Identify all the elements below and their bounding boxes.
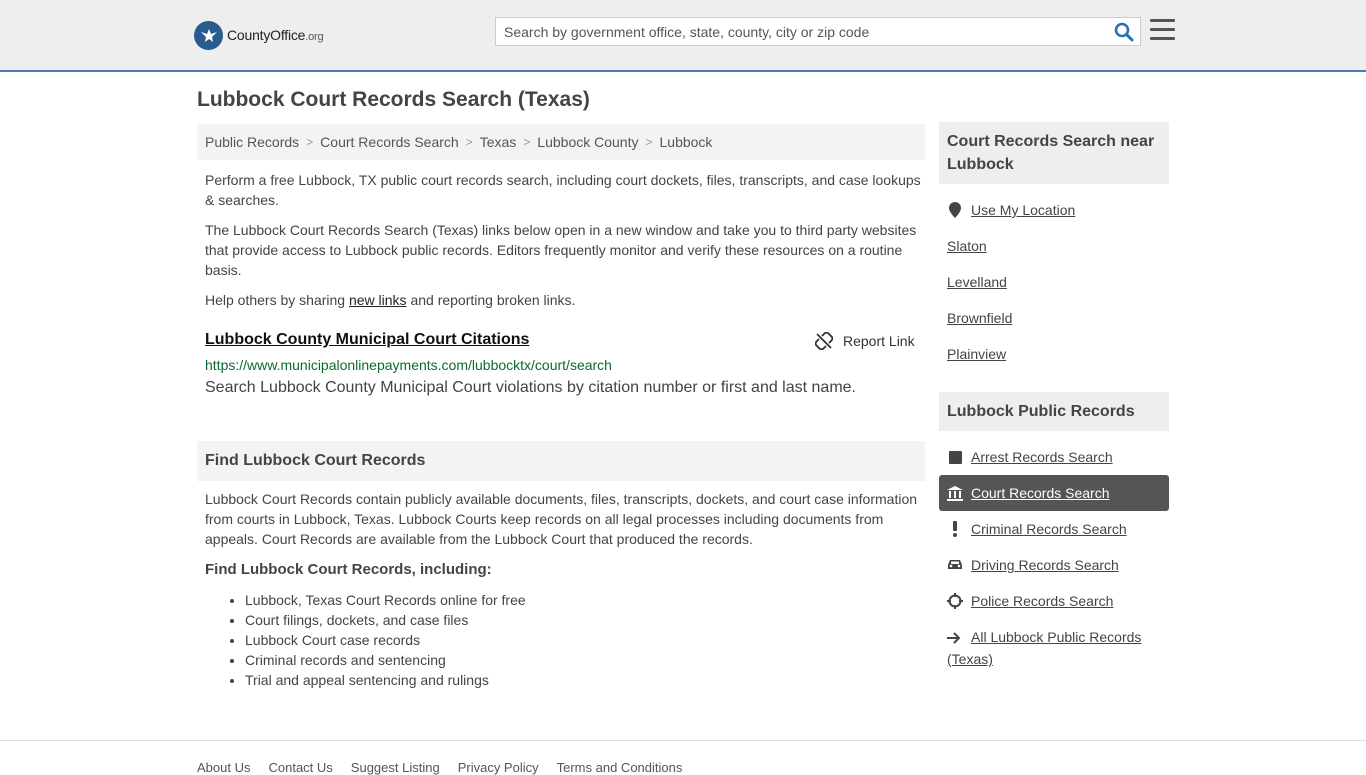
result-url: https://www.municipalonlinepayments.com/… <box>205 357 612 373</box>
nearby-link[interactable]: Brownfield <box>947 310 1012 326</box>
breadcrumb-court-records-search[interactable]: Court Records Search <box>320 134 459 150</box>
nearby-item-levelland[interactable]: Levelland <box>939 264 1169 300</box>
report-link-button[interactable]: Report Link <box>815 332 915 350</box>
breadcrumb: Public Records > Court Records Search > … <box>197 124 925 160</box>
courthouse-icon <box>947 485 963 501</box>
hamburger-menu-icon[interactable] <box>1150 19 1175 43</box>
search-box <box>495 17 1141 46</box>
help-paragraph: Help others by sharing new links and rep… <box>205 290 923 310</box>
breadcrumb-lubbock[interactable]: Lubbock <box>660 134 713 150</box>
use-my-location-link[interactable]: Use My Location <box>971 202 1075 218</box>
sidebar-link[interactable]: Driving Records Search <box>971 557 1119 573</box>
public-records-heading: Lubbock Public Records <box>939 392 1169 431</box>
sidebar-link[interactable]: Criminal Records Search <box>971 521 1127 537</box>
breadcrumb-public-records[interactable]: Public Records <box>205 134 299 150</box>
crosshair-icon <box>947 593 963 609</box>
sidebar-link[interactable]: Police Records Search <box>971 593 1113 609</box>
help-text: Help others by sharing <box>205 292 349 308</box>
eagle-logo-icon <box>194 20 223 50</box>
list-item: Lubbock Court case records <box>245 630 526 650</box>
sidebar-item-police-records[interactable]: Police Records Search <box>939 583 1169 619</box>
nearby-item-plainview[interactable]: Plainview <box>939 336 1169 372</box>
car-icon <box>947 557 963 573</box>
breadcrumb-lubbock-county[interactable]: Lubbock County <box>537 134 638 150</box>
page-title: Lubbock Court Records Search (Texas) <box>197 88 590 111</box>
list-item: Criminal records and sentencing <box>245 650 526 670</box>
sidebar-link[interactable]: Court Records Search <box>971 485 1110 501</box>
nearby-heading: Court Records Search near Lubbock <box>939 122 1169 184</box>
footer-divider <box>0 740 1366 741</box>
top-bar: CountyOffice.org <box>0 0 1366 72</box>
nearby-item-brownfield[interactable]: Brownfield <box>939 300 1169 336</box>
sidebar-item-arrest-records[interactable]: Arrest Records Search <box>939 439 1169 475</box>
exclamation-icon <box>947 521 963 537</box>
breadcrumb-separator: > <box>523 135 531 149</box>
find-records-list: Lubbock, Texas Court Records online for … <box>245 590 526 690</box>
map-pin-icon <box>947 202 963 218</box>
site-logo[interactable]: CountyOffice.org <box>194 20 324 50</box>
nearby-link[interactable]: Slaton <box>947 238 987 254</box>
nearby-link[interactable]: Levelland <box>947 274 1007 290</box>
use-my-location-item[interactable]: Use My Location <box>939 192 1169 228</box>
search-icon[interactable] <box>1114 22 1134 42</box>
report-link-label: Report Link <box>843 333 915 349</box>
new-links-link[interactable]: new links <box>349 292 407 308</box>
list-item: Lubbock, Texas Court Records online for … <box>245 590 526 610</box>
result-description: Search Lubbock County Municipal Court vi… <box>205 379 856 396</box>
breadcrumb-separator: > <box>306 135 314 149</box>
nearby-item-slaton[interactable]: Slaton <box>939 228 1169 264</box>
sidebar-item-court-records[interactable]: Court Records Search <box>939 475 1169 511</box>
disclaimer-paragraph: The Lubbock Court Records Search (Texas)… <box>205 222 917 278</box>
sidebar-item-all-public-records[interactable]: All Lubbock Public Records (Texas) <box>947 627 1167 669</box>
logo-text: CountyOffice.org <box>227 27 324 43</box>
list-item: Trial and appeal sentencing and rulings <box>245 670 526 690</box>
breadcrumb-separator: > <box>645 135 653 149</box>
find-records-heading: Find Lubbock Court Records <box>197 441 925 481</box>
find-records-paragraph: Lubbock Court Records contain publicly a… <box>205 491 918 547</box>
broken-link-icon <box>815 332 833 350</box>
sidebar-link[interactable]: Arrest Records Search <box>971 449 1113 465</box>
sidebar-item-driving-records[interactable]: Driving Records Search <box>939 547 1169 583</box>
nearby-link[interactable]: Plainview <box>947 346 1006 362</box>
arrow-right-icon <box>947 629 963 649</box>
search-input[interactable] <box>496 18 1096 45</box>
list-item: Court filings, dockets, and case files <box>245 610 526 630</box>
find-records-subheading: Find Lubbock Court Records, including: <box>205 561 492 578</box>
result-title-link[interactable]: Lubbock County Municipal Court Citations <box>205 331 529 349</box>
all-public-records-link[interactable]: All Lubbock Public Records (Texas) <box>947 629 1141 667</box>
breadcrumb-texas[interactable]: Texas <box>480 134 517 150</box>
help-text-suffix: and reporting broken links. <box>406 292 576 308</box>
intro-paragraph: Perform a free Lubbock, TX public court … <box>205 172 921 208</box>
breadcrumb-separator: > <box>465 135 473 149</box>
sidebar-item-criminal-records[interactable]: Criminal Records Search <box>939 511 1169 547</box>
square-icon <box>947 449 963 465</box>
